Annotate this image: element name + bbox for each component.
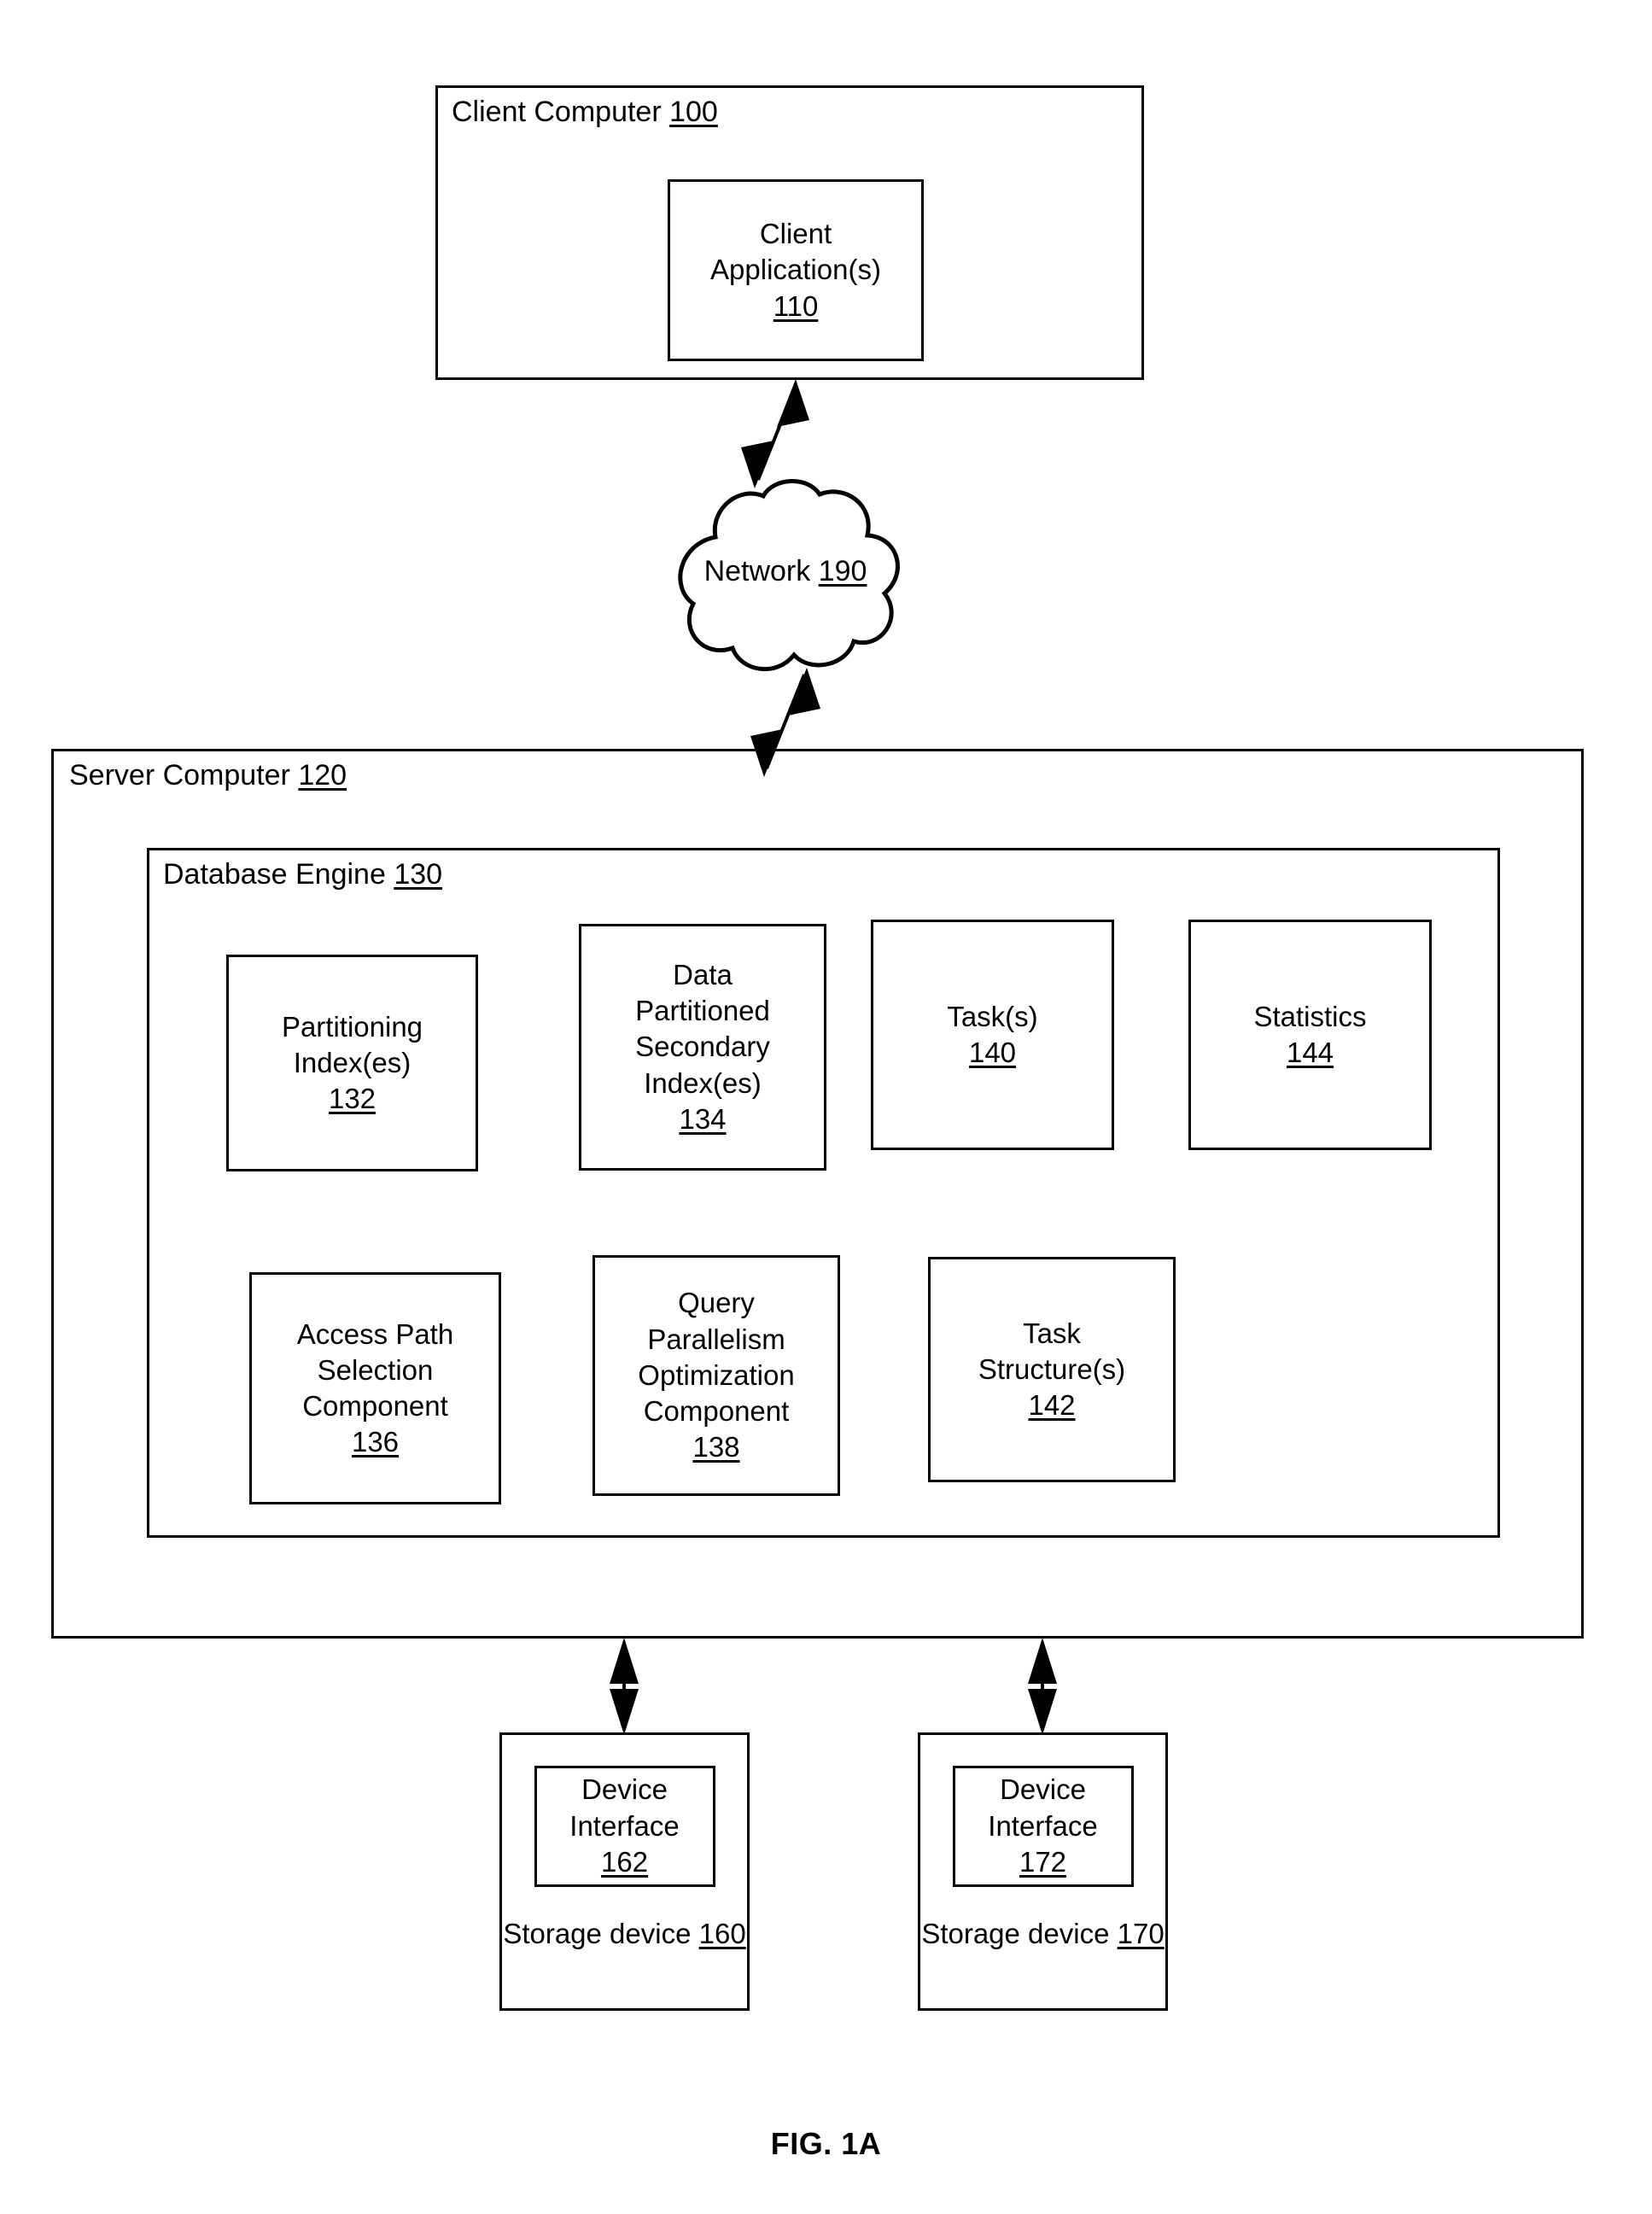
network-ref: 190 — [818, 555, 867, 587]
storage-device-160-label: Storage device 160 — [502, 1916, 747, 1953]
statistics-line-1: Statistics — [1253, 1000, 1367, 1032]
task-structures-ref: 142 — [1028, 1389, 1076, 1422]
dp-secondary-index-line-3: Secondary — [635, 1031, 770, 1063]
tasks-box: Task(s) 140 — [871, 920, 1114, 1150]
server-to-storage-160-arrow — [610, 1638, 639, 1735]
storage-device-170-ref: 170 — [1117, 1918, 1165, 1949]
client-to-network-arrow — [741, 379, 809, 488]
storage-device-170-text: Storage device — [921, 1918, 1110, 1949]
query-parallelism-optimization-component-box: Query Parallelism Optimization Component… — [593, 1255, 840, 1496]
dp-secondary-index-line-1: Data — [673, 958, 733, 990]
storage-device-160-ref: 160 — [698, 1918, 746, 1949]
partitioning-index-line-2: Index(es) — [293, 1046, 412, 1078]
client-applications-box: Client Application(s) 110 — [668, 179, 924, 361]
partitioning-index-box: Partitioning Index(es) 132 — [226, 955, 478, 1171]
device-interface-162-line-1: Device — [581, 1773, 668, 1805]
server-computer-title-text: Server Computer — [69, 759, 299, 792]
storage-device-160-box: Device Interface 162 Storage device 160 — [499, 1732, 750, 2011]
access-path-ref: 136 — [351, 1426, 400, 1458]
access-path-selection-component-box: Access Path Selection Component 136 — [249, 1272, 501, 1504]
storage-device-170-label: Storage device 170 — [920, 1916, 1165, 1953]
device-interface-172-box: Device Interface 172 — [952, 1766, 1134, 1887]
access-path-line-1: Access Path — [296, 1317, 454, 1350]
query-parallelism-line-1: Query — [678, 1287, 755, 1319]
access-path-line-2: Selection — [317, 1353, 434, 1386]
server-computer-ref: 120 — [298, 759, 347, 792]
data-partitioned-secondary-index-box: Data Partitioned Secondary Index(es) 134 — [579, 924, 826, 1171]
device-interface-172-line-2: Interface — [988, 1809, 1098, 1842]
database-engine-ref: 130 — [394, 858, 443, 891]
database-engine-title: Database Engine 130 — [163, 858, 443, 891]
device-interface-162-line-2: Interface — [569, 1809, 680, 1842]
client-computer-title-text: Client Computer — [452, 96, 670, 128]
tasks-ref: 140 — [968, 1037, 1017, 1068]
client-computer-title: Client Computer 100 — [452, 96, 718, 128]
task-structures-line-2: Structure(s) — [978, 1352, 1126, 1385]
device-interface-162-ref: 162 — [600, 1846, 649, 1878]
dp-secondary-index-line-2: Partitioned — [635, 995, 770, 1027]
dp-secondary-index-line-4: Index(es) — [644, 1066, 762, 1099]
partitioning-index-line-1: Partitioning — [281, 1010, 423, 1043]
statistics-box: Statistics 144 — [1188, 920, 1432, 1150]
patent-figure-1a: Client Computer 100 Client Application(s… — [0, 0, 1652, 2214]
device-interface-172-ref: 172 — [1019, 1846, 1067, 1878]
task-structures-line-1: Task — [1023, 1317, 1081, 1349]
statistics-ref: 144 — [1286, 1037, 1334, 1068]
client-applications-line-2: Application(s) — [710, 254, 881, 286]
device-interface-172-line-1: Device — [1000, 1773, 1086, 1805]
server-to-storage-170-arrow — [1028, 1638, 1057, 1735]
device-interface-162-box: Device Interface 162 — [534, 1766, 715, 1887]
client-applications-line-1: Client — [759, 218, 832, 250]
query-parallelism-line-2: Parallelism — [647, 1323, 785, 1355]
network-label: Network 190 — [657, 555, 914, 588]
query-parallelism-line-4: Component — [643, 1395, 790, 1428]
client-applications-ref: 110 — [773, 289, 819, 322]
query-parallelism-ref: 138 — [692, 1431, 740, 1463]
query-parallelism-line-3: Optimization — [638, 1358, 795, 1391]
figure-caption: FIG. 1A — [770, 2126, 882, 2161]
storage-device-160-text: Storage device — [503, 1918, 692, 1949]
partitioning-index-ref: 132 — [328, 1083, 377, 1115]
task-structures-box: Task Structure(s) 142 — [928, 1257, 1176, 1482]
tasks-line-1: Task(s) — [947, 1000, 1038, 1032]
storage-device-170-box: Device Interface 172 Storage device 170 — [918, 1732, 1168, 2011]
access-path-line-3: Component — [302, 1390, 448, 1422]
network-label-text: Network — [703, 555, 819, 587]
client-computer-ref: 100 — [669, 96, 718, 128]
server-computer-title: Server Computer 120 — [69, 759, 347, 792]
network-cloud: Network 190 — [657, 474, 914, 679]
database-engine-title-text: Database Engine — [163, 858, 394, 891]
dp-secondary-index-ref: 134 — [679, 1102, 727, 1135]
